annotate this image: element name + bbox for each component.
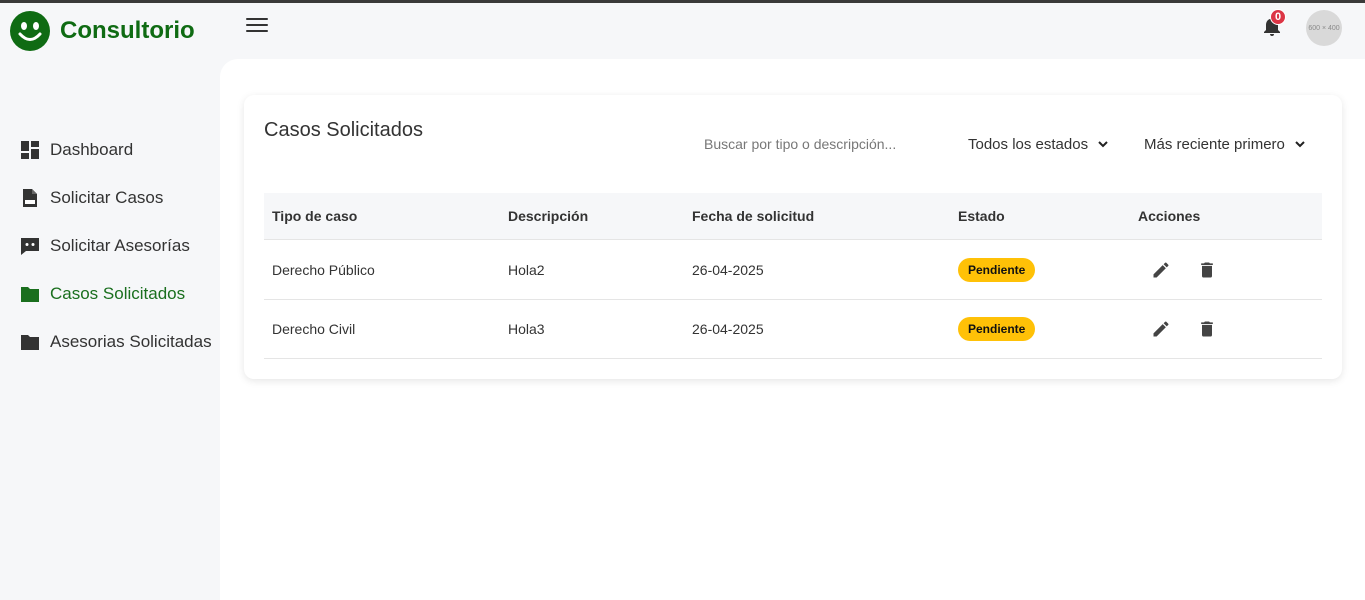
trash-icon <box>1201 262 1213 277</box>
cell-fecha: 26-04-2025 <box>692 321 764 337</box>
sidebar-item-solicitar-asesorias[interactable]: Solicitar Asesorías <box>20 234 190 258</box>
column-header: Tipo de caso <box>272 208 358 224</box>
sidebar-item-dashboard[interactable]: Dashboard <box>20 138 133 162</box>
notification-badge: 0 <box>1270 9 1286 25</box>
column-header: Acciones <box>1138 208 1201 224</box>
cases-card: Casos Solicitados Todos los estados Más … <box>244 95 1342 379</box>
sidebar-item-solicitar-casos[interactable]: Solicitar Casos <box>20 186 163 210</box>
sort-select[interactable]: Más reciente primero <box>1144 133 1305 155</box>
page-title: Casos Solicitados <box>264 119 423 141</box>
app-header: Consultorio <box>0 3 1365 59</box>
dashboard-icon <box>20 140 40 160</box>
brand-name: Consultorio <box>60 17 195 44</box>
row-actions <box>1138 259 1218 281</box>
edit-button[interactable] <box>1150 259 1172 281</box>
smiley-logo-icon <box>10 11 50 51</box>
document-icon <box>20 188 40 208</box>
trash-icon <box>1201 321 1213 337</box>
column-header: Descripción <box>508 208 589 224</box>
pencil-icon <box>1153 321 1169 337</box>
sidebar: Dashboard Solicitar Casos Solicitar Ases… <box>0 59 220 600</box>
folder-icon <box>20 284 40 304</box>
avatar[interactable]: 600 × 400 <box>1306 10 1342 46</box>
delete-button[interactable] <box>1196 318 1218 340</box>
edit-button[interactable] <box>1150 318 1172 340</box>
sidebar-item-label: Asesorias Solicitadas <box>50 332 212 351</box>
cell-tipo: Derecho Civil <box>272 321 356 337</box>
cell-tipo: Derecho Público <box>272 261 375 278</box>
column-header: Estado <box>958 208 1005 224</box>
status-badge: Pendiente <box>958 317 1036 341</box>
main-content: Casos Solicitados Todos los estados Más … <box>220 59 1365 600</box>
cell-descripcion: Hola3 <box>508 321 545 337</box>
sidebar-item-label: Solicitar Asesorías <box>50 236 190 255</box>
cell-fecha: 26-04-2025 <box>692 261 764 278</box>
sidebar-item-label: Casos Solicitados <box>50 284 186 303</box>
sort-value: Más reciente primero <box>1144 135 1285 153</box>
pencil-icon <box>1153 261 1169 277</box>
table-row: Derecho Público Hola2 26-04-2025 Pendien… <box>264 239 1322 299</box>
sidebar-item-label: Solicitar Casos <box>50 188 164 207</box>
table-header: Tipo de caso Descripción Fecha de solici… <box>264 193 1322 239</box>
chat-icon <box>20 236 40 256</box>
folder-icon <box>20 332 40 352</box>
status-filter-value: Todos los estados <box>968 135 1089 153</box>
chevron-down-icon <box>1295 141 1305 148</box>
chevron-down-icon <box>1098 141 1108 148</box>
search-input[interactable] <box>704 133 934 155</box>
column-header: Fecha de solicitud <box>692 208 815 224</box>
brand[interactable]: Consultorio <box>10 11 195 51</box>
cases-table: Tipo de caso Descripción Fecha de solici… <box>264 193 1322 359</box>
status-filter-select[interactable]: Todos los estados <box>968 133 1108 155</box>
status-badge: Pendiente <box>958 257 1036 282</box>
cell-descripcion: Hola2 <box>508 261 545 278</box>
sidebar-item-asesorias-solicitadas[interactable]: Asesorias Solicitadas <box>20 330 212 354</box>
row-actions <box>1138 318 1218 340</box>
table-row: Derecho Civil Hola3 26-04-2025 Pendiente <box>264 299 1322 359</box>
sidebar-item-casos-solicitados[interactable]: Casos Solicitados <box>20 282 185 306</box>
delete-button[interactable] <box>1196 259 1218 281</box>
sidebar-item-label: Dashboard <box>50 140 134 159</box>
hamburger-menu-icon[interactable] <box>246 18 268 38</box>
